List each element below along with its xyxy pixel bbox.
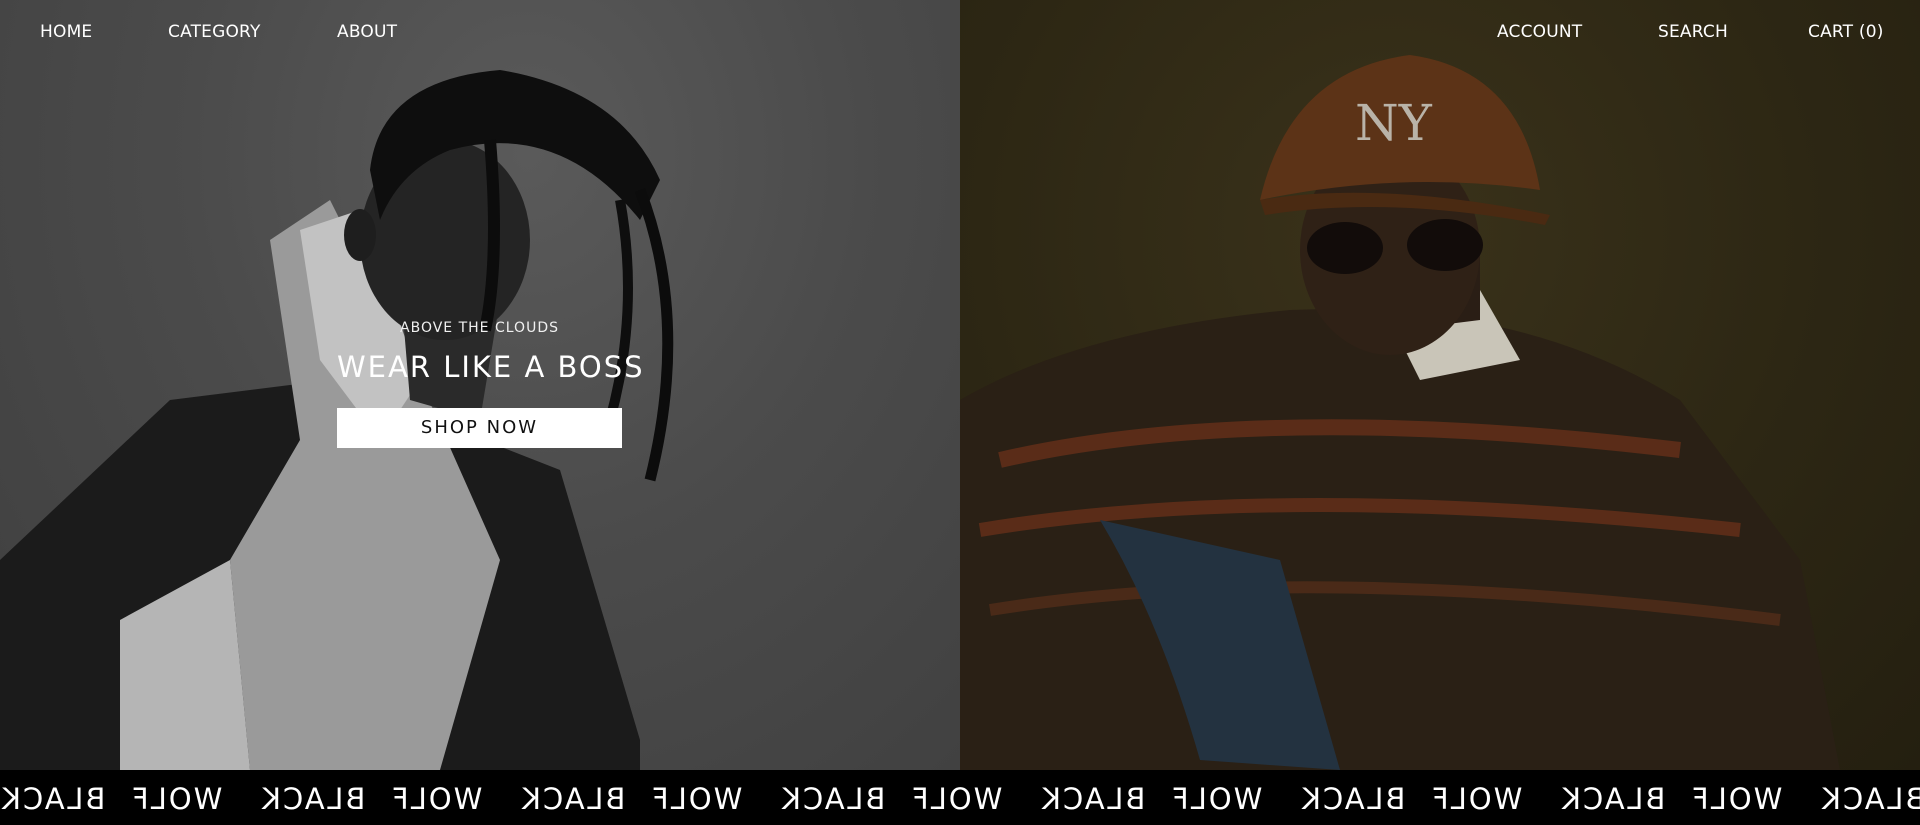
hero-right-image: NY bbox=[960, 55, 1840, 770]
nav-cart-link[interactable]: CART (0) bbox=[1808, 22, 1884, 42]
hero-eyebrow: ABOVE THE CLOUDS bbox=[400, 320, 559, 336]
brand-marquee: BLACK WOLF BLACK WOLF BLACK WOLF BLACK WOLF BLAC… bbox=[0, 770, 1920, 825]
marquee-word: WOLF bbox=[1690, 782, 1783, 816]
marquee-word: BLACK bbox=[780, 782, 886, 816]
nav-account-link[interactable]: ACCOUNT bbox=[1497, 22, 1582, 42]
marquee-word: WOLF bbox=[390, 782, 483, 816]
shop-now-button[interactable]: SHOP NOW bbox=[337, 408, 622, 448]
top-nav: HOME CATEGORY ABOUT ACCOUNT SEARCH CART … bbox=[0, 0, 1920, 64]
hero-title: WEAR LIKE A BOSS bbox=[337, 350, 645, 384]
page: NY HOME CATEGORY ABOUT ACCOUNT SEARCH CA… bbox=[0, 0, 1920, 825]
marquee-word: BLACK bbox=[1040, 782, 1146, 816]
marquee-word: WOLF bbox=[650, 782, 743, 816]
nav-about-link[interactable]: ABOUT bbox=[337, 22, 397, 42]
marquee-word: WOLF bbox=[130, 782, 223, 816]
nav-search-link[interactable]: SEARCH bbox=[1658, 22, 1728, 42]
marquee-word: BLACK bbox=[260, 782, 366, 816]
marquee-word: BLACK bbox=[0, 782, 106, 816]
nav-category-link[interactable]: CATEGORY bbox=[168, 22, 261, 42]
svg-text:NY: NY bbox=[1355, 94, 1433, 152]
hero-content: ABOVE THE CLOUDS WEAR LIKE A BOSS SHOP N… bbox=[337, 320, 645, 448]
marquee-word: WOLF bbox=[1430, 782, 1523, 816]
marquee-word: WOLF bbox=[910, 782, 1003, 816]
marquee-word: BLACK bbox=[1560, 782, 1666, 816]
nav-home-link[interactable]: HOME bbox=[40, 22, 92, 42]
marquee-word: BLACK bbox=[520, 782, 626, 816]
hero-right-panel: NY bbox=[960, 0, 1920, 770]
marquee-word: BLACK bbox=[1820, 782, 1920, 816]
marquee-word: BLACK bbox=[1300, 782, 1406, 816]
marquee-track: BLACK WOLF BLACK WOLF BLACK WOLF BLACK WOLF BLAC… bbox=[0, 770, 1920, 825]
marquee-word: WOLF bbox=[1170, 782, 1263, 816]
